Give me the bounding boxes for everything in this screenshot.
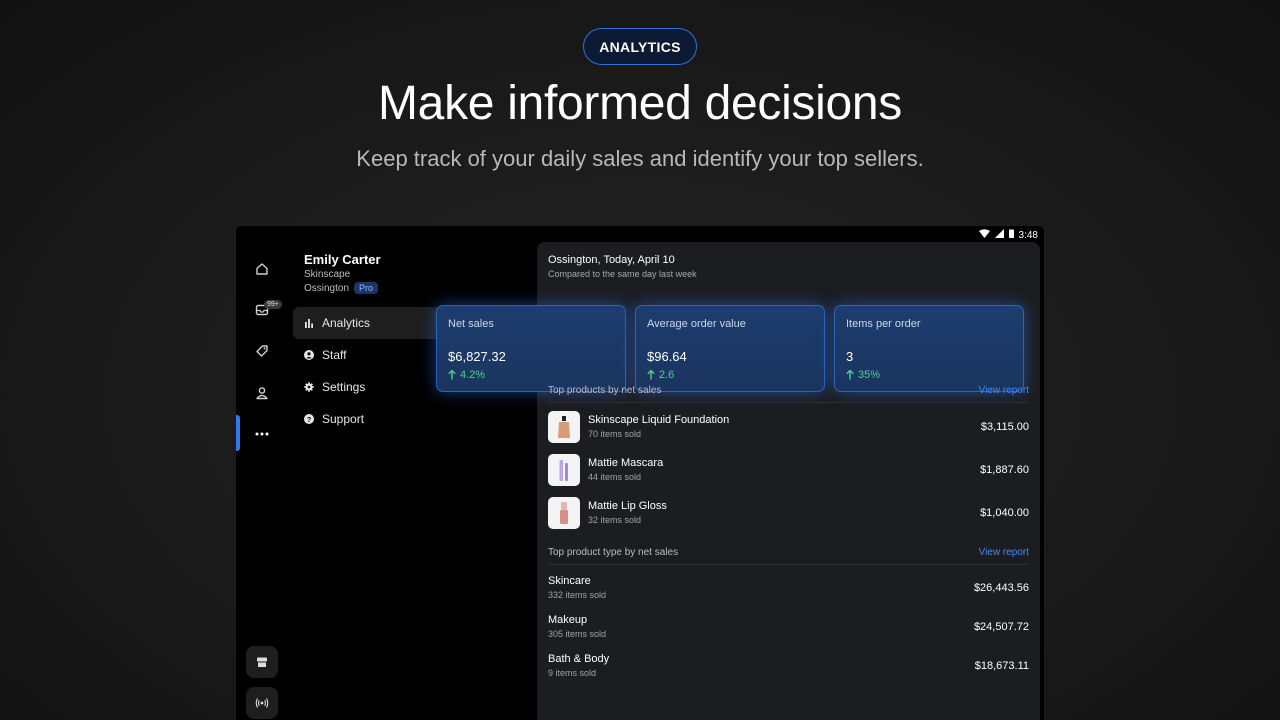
product-type-amount: $18,673.11 xyxy=(974,660,1029,672)
metric-label: Net sales xyxy=(448,318,494,330)
product-amount: $1,887.60 xyxy=(980,464,1029,476)
arrow-up-icon xyxy=(448,370,456,380)
top-types-view-report-link[interactable]: View report xyxy=(979,547,1029,558)
metric-label: Average order value xyxy=(647,318,746,330)
wifi-icon xyxy=(978,229,990,241)
top-products-title: Top products by net sales xyxy=(548,385,662,396)
arrow-up-icon xyxy=(846,370,854,380)
signal-icon xyxy=(994,229,1004,241)
gear-icon xyxy=(304,382,314,392)
broadcast-icon[interactable] xyxy=(246,687,278,719)
product-thumbnail xyxy=(548,454,580,486)
metric-card-items-per-order[interactable]: Items per order 3 35% xyxy=(834,305,1024,392)
product-name: Skinscape Liquid Foundation xyxy=(588,414,730,426)
product-type-name: Bath & Body xyxy=(548,653,610,665)
product-row[interactable]: Skinscape Liquid Foundation 70 items sol… xyxy=(548,409,1029,445)
product-type-sold: 9 items sold xyxy=(548,668,597,678)
product-type-row[interactable]: Bath & Body 9 items sold $18,673.11 xyxy=(548,653,1029,685)
sidebar-item-staff[interactable]: Staff xyxy=(293,339,433,371)
sidebar-item-label: Support xyxy=(322,412,365,426)
battery-icon xyxy=(1008,229,1014,241)
metric-delta-value: 4.2% xyxy=(460,369,486,381)
hero-title: Make informed decisions xyxy=(377,77,902,130)
panel-subtitle: Compared to the same day last week xyxy=(548,269,697,279)
product-sold: 44 items sold xyxy=(588,472,642,482)
analytics-badge: ANALYTICS xyxy=(583,28,697,65)
sidebar: Emily Carter Skinscape Ossington Pro Ana… xyxy=(293,226,538,720)
analytics-panel: Ossington, Today, April 10 Compared to t… xyxy=(436,242,1040,720)
location-label: Ossington xyxy=(304,282,350,294)
inbox-badge: 99+ xyxy=(264,300,282,309)
more-icon[interactable] xyxy=(250,422,274,446)
product-sold: 32 items sold xyxy=(588,515,642,525)
product-type-sold: 332 items sold xyxy=(548,590,607,600)
metric-value: $6,827.32 xyxy=(448,349,506,364)
top-types-title: Top product type by net sales xyxy=(548,547,679,558)
user-location[interactable]: Ossington Pro xyxy=(304,282,379,294)
product-amount: $1,040.00 xyxy=(980,507,1029,519)
metric-card-net-sales[interactable]: Net sales $6,827.32 4.2% xyxy=(436,305,626,392)
nav-rail: 99+ xyxy=(236,226,288,720)
sidebar-item-support[interactable]: ? Support xyxy=(293,403,433,435)
product-type-sold: 305 items sold xyxy=(548,629,607,639)
product-sold: 70 items sold xyxy=(588,429,642,439)
person-icon[interactable] xyxy=(250,381,274,405)
rail-active-indicator xyxy=(236,415,240,451)
chart-icon xyxy=(304,318,314,328)
metric-delta: 35% xyxy=(846,369,880,381)
product-type-amount: $26,443.56 xyxy=(973,582,1029,594)
metric-delta: 2.6 xyxy=(647,369,674,381)
metric-delta: 4.2% xyxy=(448,369,485,381)
sidebar-item-label: Staff xyxy=(322,348,347,362)
metric-label: Items per order xyxy=(846,318,921,330)
divider xyxy=(548,402,1029,403)
product-name: Mattie Mascara xyxy=(588,457,664,469)
product-row[interactable]: Mattie Mascara 44 items sold $1,887.60 xyxy=(548,452,1029,488)
product-type-name: Skincare xyxy=(548,575,591,587)
panel-title[interactable]: Ossington, Today, April 10 xyxy=(548,254,675,266)
user-company: Skinscape xyxy=(304,269,351,280)
sidebar-item-label: Settings xyxy=(322,380,366,394)
product-amount: $3,115.00 xyxy=(980,421,1029,433)
tag-icon[interactable] xyxy=(250,339,274,363)
product-thumbnail xyxy=(548,411,580,443)
tablet-screen: 3:48 99+ Emily Carter Skinscape Ossingto… xyxy=(235,225,1045,720)
product-type-name: Makeup xyxy=(548,614,588,626)
metric-card-average-order-value[interactable]: Average order value $96.64 2.6 xyxy=(635,305,825,392)
product-row[interactable]: Mattie Lip Gloss 32 items sold $1,040.00 xyxy=(548,495,1029,531)
svg-text:?: ? xyxy=(307,415,312,424)
help-icon: ? xyxy=(304,414,314,424)
sidebar-item-settings[interactable]: Settings xyxy=(293,371,433,403)
top-products-view-report-link[interactable]: View report xyxy=(979,385,1029,396)
user-name: Emily Carter xyxy=(304,252,381,267)
status-time: 3:48 xyxy=(1018,229,1038,241)
product-type-row[interactable]: Makeup 305 items sold $24,507.72 xyxy=(548,614,1029,646)
status-bar: 3:48 xyxy=(978,228,1038,242)
metric-delta-value: 2.6 xyxy=(659,369,675,381)
home-icon[interactable] xyxy=(250,257,274,281)
metric-delta-value: 35% xyxy=(858,369,881,381)
arrow-up-icon xyxy=(647,370,655,380)
divider xyxy=(548,564,1029,565)
hero-subtitle: Keep track of your daily sales and ident… xyxy=(356,146,924,171)
product-type-row[interactable]: Skincare 332 items sold $26,443.56 xyxy=(548,575,1029,607)
product-name: Mattie Lip Gloss xyxy=(588,500,667,512)
metric-value: 3 xyxy=(846,349,854,364)
product-thumbnail xyxy=(548,497,580,529)
plan-badge: Pro xyxy=(354,282,379,294)
sidebar-item-label: Analytics xyxy=(322,316,371,330)
metric-value: $96.64 xyxy=(647,349,687,364)
store-icon[interactable] xyxy=(246,646,278,678)
user-circle-icon xyxy=(304,350,314,360)
product-type-amount: $24,507.72 xyxy=(973,621,1029,633)
